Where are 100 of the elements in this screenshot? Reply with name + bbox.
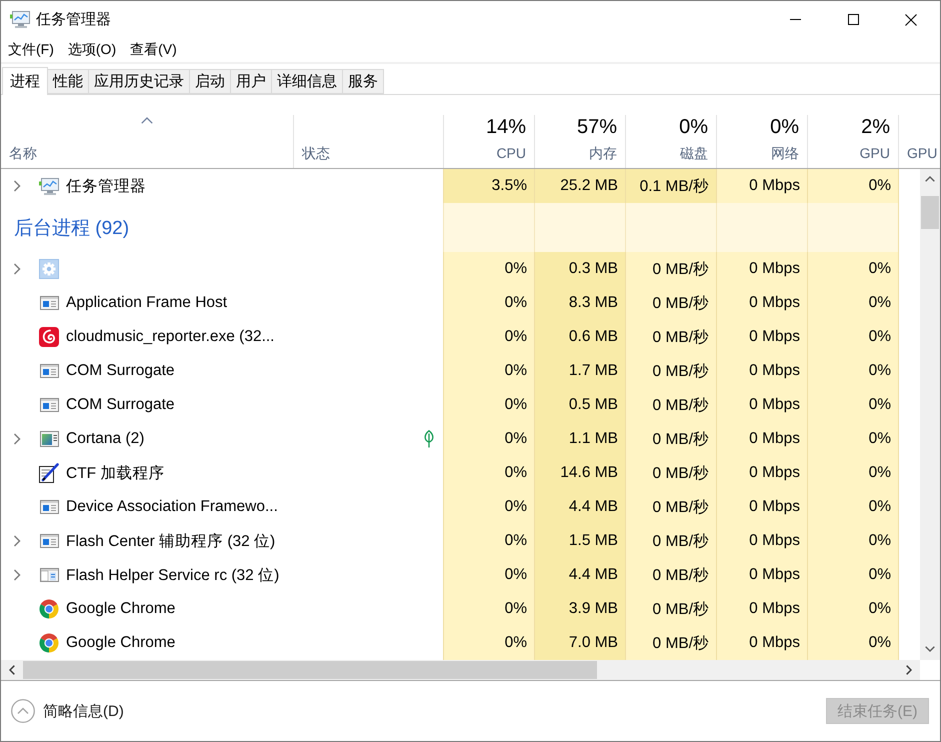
usage-percent: 14% xyxy=(486,115,526,139)
scroll-down-icon[interactable] xyxy=(925,646,935,652)
menu-item[interactable]: 查看(V) xyxy=(130,41,177,59)
table-cell: 1.5 MB xyxy=(534,524,625,558)
table-cell: 0 MB/秒 xyxy=(625,558,716,592)
table-cell: 4.4 MB xyxy=(534,490,625,524)
chrome-logo-icon xyxy=(39,633,59,653)
table-cell: 0 Mbps xyxy=(716,320,807,354)
column-header[interactable]: 磁盘 xyxy=(680,145,708,162)
tab[interactable]: 启动 xyxy=(189,69,231,94)
app-window-icon xyxy=(40,398,58,412)
notepad-pen-icon xyxy=(39,463,59,483)
column-header[interactable]: 名称 xyxy=(9,145,37,162)
table-cell: 0 MB/秒 xyxy=(625,626,716,660)
usage-percent: 0% xyxy=(679,115,708,139)
minimize-icon xyxy=(790,19,800,20)
table-cell: 0.1 MB/秒 xyxy=(625,169,716,203)
column-header[interactable]: CPU xyxy=(496,145,526,162)
column-header[interactable]: 内存 xyxy=(589,145,617,162)
table-cell: 0 Mbps xyxy=(716,252,807,286)
app-window-icon xyxy=(40,296,58,310)
process-name: 任务管理器 xyxy=(66,176,146,196)
app-window-icon xyxy=(40,534,58,548)
table-cell: 0 Mbps xyxy=(716,169,807,203)
process-name: COM Surrogate xyxy=(66,362,175,380)
table-cell: 0% xyxy=(443,524,534,558)
scrollbar-thumb[interactable] xyxy=(23,661,597,679)
scrollbar-thumb[interactable] xyxy=(921,196,939,229)
monitor-chart-icon xyxy=(10,11,30,28)
table-cell: 0 MB/秒 xyxy=(625,388,716,422)
table-cell: 0 MB/秒 xyxy=(625,354,716,388)
expand-chevron-icon[interactable] xyxy=(13,180,21,192)
table-cell: 0 Mbps xyxy=(716,524,807,558)
table-cell: 0% xyxy=(807,388,898,422)
tab[interactable]: 服务 xyxy=(342,69,384,94)
table-cell: 0% xyxy=(807,286,898,320)
expand-chevron-icon[interactable] xyxy=(13,569,21,581)
table-cell: 0% xyxy=(807,320,898,354)
fewer-details-button[interactable]: 简略信息(D) xyxy=(11,699,124,723)
expand-chevron-icon[interactable] xyxy=(13,535,21,547)
table-cell: 0% xyxy=(807,626,898,660)
window-title: 任务管理器 xyxy=(36,10,111,29)
tab[interactable]: 进程 xyxy=(2,67,48,95)
process-name: Google Chrome xyxy=(66,634,176,652)
column-header[interactable]: GPU xyxy=(860,145,890,162)
table-cell: 3.9 MB xyxy=(534,592,625,626)
table-cell: 14.6 MB xyxy=(534,456,625,490)
scroll-left-icon[interactable] xyxy=(9,665,15,675)
usage-percent: 57% xyxy=(576,115,617,139)
table-cell: 0% xyxy=(807,490,898,524)
process-name: Device Association Framewo... xyxy=(66,498,278,516)
process-name: Flash Helper Service rc (32 位) xyxy=(66,566,280,586)
table-cell: 0% xyxy=(807,524,898,558)
expand-chevron-icon[interactable] xyxy=(13,433,21,445)
vertical-scrollbar[interactable] xyxy=(920,169,940,660)
app-window-icon xyxy=(40,500,58,514)
table-cell: 0% xyxy=(443,320,534,354)
menu-item[interactable]: 选项(O) xyxy=(68,41,116,59)
column-header[interactable]: 状态 xyxy=(302,145,330,162)
table-cell: 0 MB/秒 xyxy=(625,422,716,456)
menu-item[interactable]: 文件(F) xyxy=(8,41,54,59)
expand-chevron-icon[interactable] xyxy=(13,263,21,275)
table-cell: 0 Mbps xyxy=(716,286,807,320)
table-cell: 0% xyxy=(443,388,534,422)
column-header[interactable]: GPU xyxy=(907,145,938,162)
table-cell: 0% xyxy=(443,490,534,524)
table-cell: 0 Mbps xyxy=(716,558,807,592)
table-cell: 0% xyxy=(443,422,534,456)
close-icon xyxy=(905,14,917,26)
table-cell: 0.5 MB xyxy=(534,388,625,422)
table-cell: 0 MB/秒 xyxy=(625,456,716,490)
horizontal-scrollbar[interactable] xyxy=(1,660,920,680)
table-cell: 0% xyxy=(807,354,898,388)
usage-percent: 0% xyxy=(770,115,799,139)
table-cell: 25.2 MB xyxy=(534,169,625,203)
process-name: cloudmusic_reporter.exe (32... xyxy=(66,328,274,346)
table-cell: 8.3 MB xyxy=(534,286,625,320)
circle-up-icon xyxy=(11,699,35,723)
table-cell: 1.1 MB xyxy=(534,422,625,456)
column-header[interactable]: 网络 xyxy=(771,145,799,162)
table-cell: 0 Mbps xyxy=(716,388,807,422)
sort-caret-icon[interactable] xyxy=(141,117,153,124)
group-title: 后台进程 (92) xyxy=(14,216,130,240)
monitor-chart-icon xyxy=(39,178,59,194)
table-cell: 0% xyxy=(807,592,898,626)
tab[interactable]: 详细信息 xyxy=(271,69,343,94)
tab[interactable]: 性能 xyxy=(47,69,89,94)
tab[interactable]: 应用历史记录 xyxy=(88,69,190,94)
scroll-right-icon[interactable] xyxy=(906,665,912,675)
table-cell: 0% xyxy=(807,422,898,456)
process-name: Google Chrome xyxy=(66,600,176,618)
usage-percent: 2% xyxy=(861,115,890,139)
app-window-icon xyxy=(40,364,58,378)
table-cell: 1.7 MB xyxy=(534,354,625,388)
table-cell: 0 Mbps xyxy=(716,592,807,626)
table-cell: 0 Mbps xyxy=(716,456,807,490)
tab[interactable]: 用户 xyxy=(230,69,272,94)
maximize-icon xyxy=(848,14,858,25)
scroll-up-icon[interactable] xyxy=(925,176,935,182)
table-cell: 0 Mbps xyxy=(716,490,807,524)
